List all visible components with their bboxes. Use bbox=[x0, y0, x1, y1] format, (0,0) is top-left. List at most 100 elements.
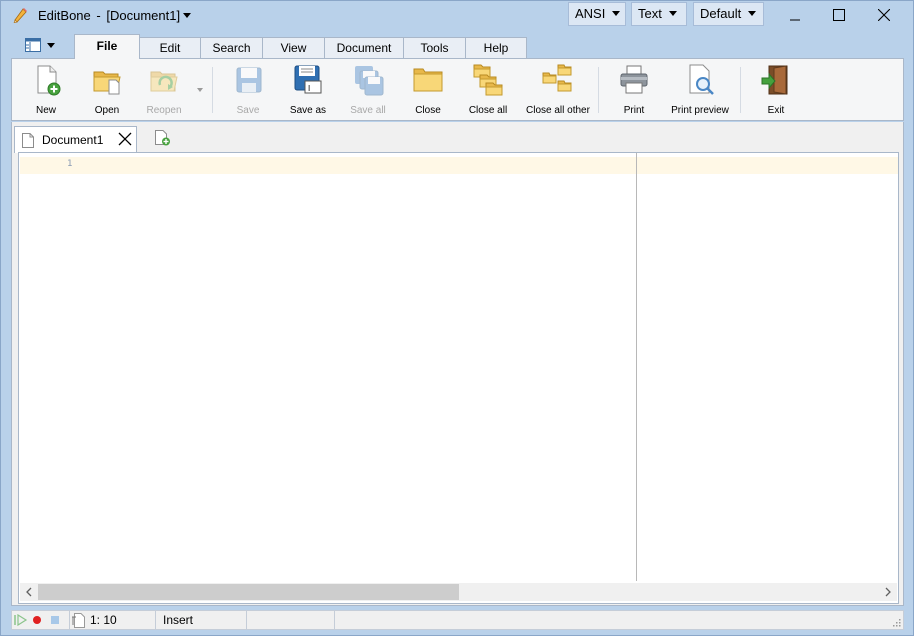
new-button[interactable]: New bbox=[26, 63, 66, 119]
chevron-down-icon bbox=[612, 11, 621, 16]
document-tab-label: Document1 bbox=[42, 133, 104, 147]
save-label: Save bbox=[236, 105, 260, 116]
save-disk-icon bbox=[236, 67, 262, 93]
document-area: Document1 1 bbox=[11, 122, 904, 606]
save-button[interactable]: Save bbox=[228, 63, 268, 119]
close-icon bbox=[878, 9, 890, 21]
document-title: [Document1] bbox=[106, 8, 181, 23]
maximize-icon bbox=[833, 9, 845, 21]
status-panel bbox=[247, 611, 335, 629]
text-editor[interactable]: 1 bbox=[18, 152, 899, 604]
save-all-label: Save all bbox=[350, 105, 386, 116]
app-menu-icon bbox=[25, 38, 41, 52]
close-all-other-folders-icon bbox=[542, 64, 572, 92]
close-label: Close bbox=[415, 105, 441, 116]
application-menu-button[interactable] bbox=[15, 34, 63, 56]
ribbon-separator bbox=[598, 67, 599, 113]
title-separator: - bbox=[96, 8, 101, 23]
color-scheme-value: Default bbox=[700, 6, 742, 21]
window-title: EditBone - [Document1] bbox=[38, 8, 192, 23]
tab-document[interactable]: Document bbox=[324, 37, 404, 58]
reopen-dropdown-arrow[interactable] bbox=[197, 88, 203, 92]
close-all-folders-icon bbox=[473, 64, 503, 96]
chevron-down-icon bbox=[668, 11, 677, 16]
right-margin-line bbox=[636, 153, 637, 581]
macro-controls bbox=[12, 611, 85, 629]
exit-button[interactable]: Exit bbox=[756, 63, 796, 119]
minimize-button[interactable] bbox=[772, 1, 818, 29]
encoding-select[interactable]: ANSI bbox=[568, 2, 626, 26]
ribbon-separator bbox=[740, 67, 741, 113]
print-preview-icon bbox=[689, 64, 714, 95]
ribbon-tab-bar: File Edit Search View Document Tools Hel… bbox=[11, 32, 904, 59]
minimize-icon bbox=[790, 19, 800, 21]
exit-door-icon bbox=[761, 65, 788, 95]
ribbon-file-panel: New Open Reopen Save I Save as Save all … bbox=[11, 58, 904, 121]
close-all-button[interactable]: Close all bbox=[468, 63, 508, 119]
reopen-label: Reopen bbox=[146, 105, 182, 116]
chevron-down-icon bbox=[47, 42, 55, 48]
tab-file[interactable]: File bbox=[74, 34, 140, 59]
save-as-disk-icon: I bbox=[294, 65, 322, 94]
exit-label: Exit bbox=[767, 105, 785, 116]
chevron-down-icon bbox=[183, 13, 192, 18]
resize-grip-icon[interactable] bbox=[891, 617, 901, 627]
close-folder-icon bbox=[413, 68, 443, 92]
chevron-right-icon bbox=[885, 587, 891, 597]
close-tab-icon[interactable] bbox=[118, 132, 132, 146]
macro-play-icon[interactable] bbox=[14, 614, 28, 626]
document-title-dropdown[interactable]: [Document1] bbox=[106, 8, 192, 23]
macro-stop-icon[interactable] bbox=[50, 615, 60, 625]
insert-mode: Insert bbox=[156, 611, 247, 629]
horizontal-scrollbar[interactable] bbox=[20, 583, 897, 601]
highlighter-select[interactable]: Text bbox=[631, 2, 687, 26]
color-scheme-select[interactable]: Default bbox=[693, 2, 764, 26]
status-bar: 1: 10 Insert bbox=[11, 610, 904, 630]
chevron-left-icon bbox=[26, 587, 32, 597]
current-line-highlight bbox=[20, 157, 898, 174]
new-label: New bbox=[35, 105, 56, 116]
new-tab-icon[interactable] bbox=[154, 130, 172, 146]
printer-icon bbox=[620, 65, 648, 94]
caret-position: 1: 10 bbox=[70, 611, 156, 629]
save-all-button[interactable]: Save all bbox=[348, 63, 388, 119]
document-tab[interactable]: Document1 bbox=[14, 126, 137, 153]
maximize-button[interactable] bbox=[816, 1, 862, 29]
reopen-button[interactable]: Reopen bbox=[144, 63, 184, 119]
document-icon bbox=[22, 133, 34, 148]
close-all-other-button[interactable]: Close all other bbox=[526, 63, 590, 119]
tab-search[interactable]: Search bbox=[200, 37, 263, 58]
scroll-right-button[interactable] bbox=[881, 585, 895, 599]
close-window-button[interactable] bbox=[861, 1, 907, 29]
close-all-label: Close all bbox=[468, 105, 508, 116]
line-number: 1 bbox=[67, 159, 73, 169]
open-button[interactable]: Open bbox=[86, 63, 128, 119]
print-preview-button[interactable]: Print preview bbox=[670, 63, 730, 119]
svg-text:I: I bbox=[308, 84, 310, 93]
close-all-other-label: Close all other bbox=[526, 105, 590, 116]
new-document-icon bbox=[37, 65, 61, 96]
print-button[interactable]: Print bbox=[614, 63, 654, 119]
open-folder-icon bbox=[93, 71, 121, 95]
pencil-icon bbox=[13, 8, 27, 23]
print-label: Print bbox=[623, 105, 645, 116]
print-preview-label: Print preview bbox=[671, 105, 729, 116]
macro-record-icon[interactable] bbox=[32, 615, 42, 625]
save-as-label: Save as bbox=[289, 105, 327, 116]
tab-view[interactable]: View bbox=[262, 37, 325, 58]
encoding-value: ANSI bbox=[575, 6, 606, 21]
close-button[interactable]: Close bbox=[408, 63, 448, 119]
reopen-folder-icon bbox=[150, 71, 178, 92]
scroll-left-button[interactable] bbox=[22, 585, 36, 599]
tab-tools[interactable]: Tools bbox=[403, 37, 466, 58]
tab-help[interactable]: Help bbox=[465, 37, 527, 58]
scrollbar-thumb[interactable] bbox=[38, 584, 459, 600]
highlighter-value: Text bbox=[638, 6, 662, 21]
tab-edit[interactable]: Edit bbox=[139, 37, 201, 58]
chevron-down-icon bbox=[748, 11, 757, 16]
title-bar: EditBone - [Document1] ANSI Text Default bbox=[1, 1, 913, 31]
save-all-disks-icon bbox=[355, 66, 384, 96]
app-name: EditBone bbox=[38, 8, 91, 23]
editbone-window: EditBone - [Document1] ANSI Text Default bbox=[0, 0, 914, 636]
save-as-button[interactable]: I Save as bbox=[288, 63, 328, 119]
